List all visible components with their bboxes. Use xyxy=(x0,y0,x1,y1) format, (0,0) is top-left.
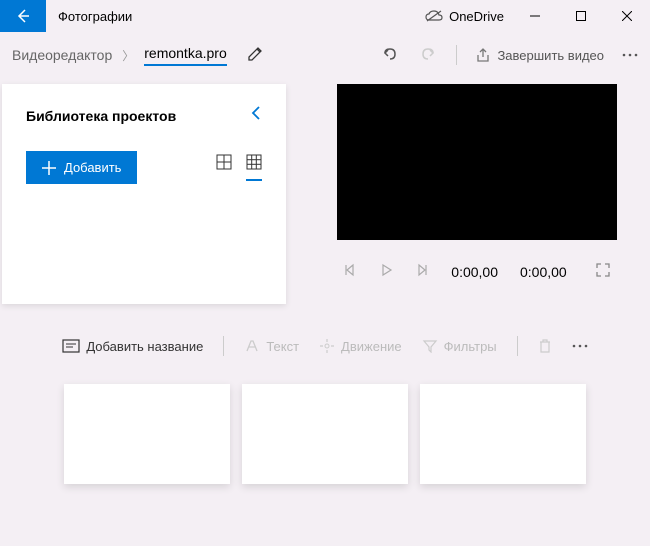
cloud-offline-icon xyxy=(425,10,443,22)
export-icon xyxy=(475,47,491,63)
divider xyxy=(517,336,518,356)
grid-2x2-icon xyxy=(216,154,232,170)
back-button[interactable] xyxy=(0,0,46,32)
clip-toolbar: Добавить название Текст Движение Фильтры xyxy=(0,336,650,356)
more-icon xyxy=(622,53,638,57)
main-area: Библиотека проектов Добавить xyxy=(0,84,650,304)
divider xyxy=(456,45,457,65)
onedrive-label: OneDrive xyxy=(449,9,504,24)
minimize-button[interactable] xyxy=(512,0,558,32)
collapse-button[interactable] xyxy=(250,104,262,127)
undo-icon xyxy=(380,45,400,65)
next-frame-icon xyxy=(415,263,429,277)
chevron-right-icon: 〉 xyxy=(122,47,134,64)
more-clip-button[interactable] xyxy=(572,344,588,348)
filters-label: Фильтры xyxy=(444,339,497,354)
view-small-grid-button[interactable] xyxy=(246,154,262,181)
delete-button[interactable] xyxy=(538,338,552,354)
clip-slot[interactable] xyxy=(64,384,230,484)
chevron-left-icon xyxy=(250,104,262,122)
divider xyxy=(223,336,224,356)
add-button[interactable]: Добавить xyxy=(26,151,137,184)
current-time: 0:00,00 xyxy=(451,264,498,280)
breadcrumb: Видеоредактор 〉 remontka.pro xyxy=(12,45,263,66)
plus-icon xyxy=(42,161,56,175)
grid-3x3-icon xyxy=(246,154,262,170)
next-frame-button[interactable] xyxy=(415,263,429,280)
breadcrumb-current[interactable]: remontka.pro xyxy=(144,45,226,66)
redo-icon xyxy=(418,45,438,65)
total-time: 0:00,00 xyxy=(520,264,567,280)
video-preview[interactable] xyxy=(337,84,617,240)
library-controls: Добавить xyxy=(26,151,262,184)
window-controls xyxy=(512,0,650,32)
prev-frame-icon xyxy=(343,263,357,277)
edit-name-button[interactable] xyxy=(247,46,263,65)
breadcrumb-parent[interactable]: Видеоредактор xyxy=(12,47,112,63)
timeline xyxy=(0,384,650,484)
library-title: Библиотека проектов xyxy=(26,108,176,124)
add-title-button[interactable]: Добавить название xyxy=(62,339,203,354)
filters-button[interactable]: Фильтры xyxy=(422,339,497,354)
play-icon xyxy=(379,263,393,277)
preview-panel: 0:00,00 0:00,00 xyxy=(286,84,650,304)
topbar: Видеоредактор 〉 remontka.pro З xyxy=(0,32,650,78)
view-large-grid-button[interactable] xyxy=(216,154,232,181)
back-arrow-icon xyxy=(15,8,31,24)
prev-frame-button[interactable] xyxy=(343,263,357,280)
fullscreen-icon xyxy=(595,262,611,278)
trash-icon xyxy=(538,338,552,354)
motion-label: Движение xyxy=(341,339,402,354)
title-card-icon xyxy=(62,339,80,353)
topbar-right-actions: Завершить видео xyxy=(380,45,638,65)
undo-button[interactable] xyxy=(380,45,400,65)
add-title-label: Добавить название xyxy=(86,339,203,354)
close-button[interactable] xyxy=(604,0,650,32)
pencil-icon xyxy=(247,46,263,62)
library-panel: Библиотека проектов Добавить xyxy=(2,84,286,304)
text-button[interactable]: Текст xyxy=(244,339,299,354)
library-header: Библиотека проектов xyxy=(26,104,262,127)
play-button[interactable] xyxy=(379,263,393,280)
playback-controls: 0:00,00 0:00,00 xyxy=(330,262,624,281)
motion-button[interactable]: Движение xyxy=(319,338,402,354)
titlebar: Фотографии OneDrive xyxy=(0,0,650,32)
motion-icon xyxy=(319,338,335,354)
filters-icon xyxy=(422,339,438,353)
view-toggles xyxy=(216,154,262,181)
add-button-label: Добавить xyxy=(64,160,121,175)
maximize-button[interactable] xyxy=(558,0,604,32)
app-title: Фотографии xyxy=(46,9,132,24)
text-label: Текст xyxy=(266,339,299,354)
fullscreen-button[interactable] xyxy=(595,262,611,281)
onedrive-status[interactable]: OneDrive xyxy=(425,9,504,24)
text-icon xyxy=(244,339,260,353)
finish-video-label: Завершить видео xyxy=(497,48,604,63)
clip-slot[interactable] xyxy=(242,384,408,484)
more-icon xyxy=(572,344,588,348)
more-options-button[interactable] xyxy=(622,53,638,57)
clip-slot[interactable] xyxy=(420,384,586,484)
redo-button[interactable] xyxy=(418,45,438,65)
finish-video-button[interactable]: Завершить видео xyxy=(475,47,604,63)
